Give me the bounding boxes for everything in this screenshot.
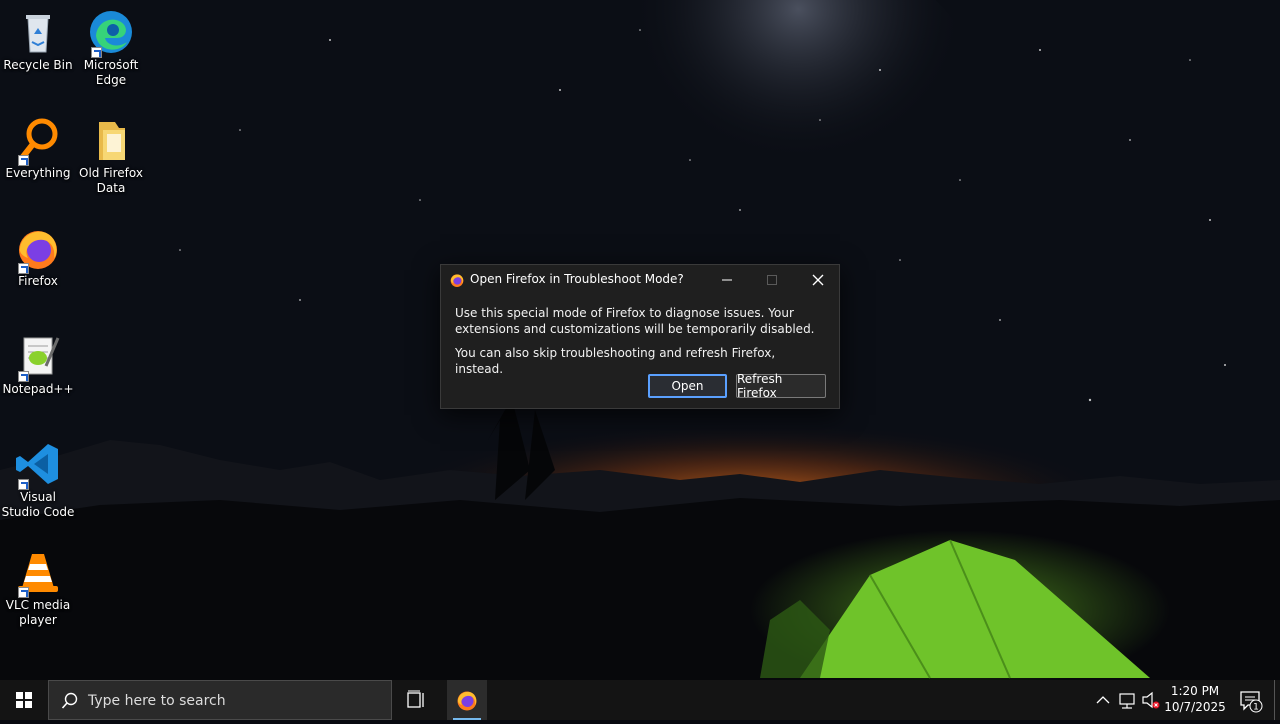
firefox-icon <box>14 224 62 274</box>
task-view-button[interactable] <box>397 680 435 720</box>
shortcut-arrow-icon <box>18 587 29 598</box>
chevron-up-icon <box>1096 696 1110 704</box>
maximize-icon <box>767 275 777 285</box>
show-desktop-button[interactable] <box>1274 680 1280 720</box>
dialog-message-primary: Use this special mode of Firefox to diag… <box>455 306 815 336</box>
folder-icon <box>87 116 135 164</box>
dialog-body: Use this special mode of Firefox to diag… <box>441 295 839 377</box>
firefox-icon <box>457 691 477 711</box>
dialog-title: Open Firefox in Troubleshoot Mode? <box>470 272 684 286</box>
task-view-icon <box>407 690 424 708</box>
edge-icon <box>87 8 135 58</box>
refresh-firefox-button[interactable]: Refresh Firefox <box>736 372 826 400</box>
desktop-icon-visual-studio-code[interactable]: Visual Studio Code <box>0 440 76 520</box>
everything-icon <box>14 116 62 166</box>
maximize-button <box>749 265 795 295</box>
open-button[interactable]: Open <box>648 374 727 398</box>
shortcut-arrow-icon <box>18 479 29 490</box>
dialog-titlebar[interactable]: Open Firefox in Troubleshoot Mode? <box>441 265 839 295</box>
notification-count: 1 <box>1253 703 1259 713</box>
shortcut-arrow-icon <box>91 47 102 58</box>
desktop-icon-vlc-media-player[interactable]: VLC media player <box>0 548 76 628</box>
volume-muted-icon <box>1142 691 1160 709</box>
desktop-icon-label: VLC media player <box>5 598 71 627</box>
shortcut-arrow-icon <box>18 371 29 382</box>
close-icon <box>812 274 824 286</box>
desktop-icon-recycle-bin[interactable]: Recycle Bin <box>0 8 76 73</box>
desktop-icon-label: Firefox <box>18 274 58 288</box>
minimize-button[interactable] <box>704 265 750 295</box>
troubleshoot-mode-dialog: Open Firefox in Troubleshoot Mode? Use t… <box>440 264 840 409</box>
desktop-icon-label: Everything <box>5 166 71 180</box>
notepad-plus-plus-icon <box>14 332 62 382</box>
recycle-bin-icon <box>14 8 62 56</box>
action-center-button[interactable]: 1 <box>1232 680 1268 720</box>
search-placeholder: Type here to search <box>88 693 226 709</box>
taskbar-firefox-button[interactable] <box>447 680 487 720</box>
desktop-icon-old-firefox-data[interactable]: Old Firefox Data <box>73 116 149 196</box>
taskbar-clock[interactable]: 1:20 PM 10/7/2025 <box>1162 683 1228 715</box>
desktop-icon-notepad-plus-plus[interactable]: Notepad++ <box>0 332 76 397</box>
desktop-icon-everything[interactable]: Everything <box>0 116 76 181</box>
minimize-icon <box>722 279 732 281</box>
network-tray-button[interactable] <box>1116 680 1138 720</box>
desktop-icon-label: Notepad++ <box>2 382 74 396</box>
show-hidden-icons-button[interactable] <box>1092 680 1114 720</box>
shortcut-arrow-icon <box>18 263 29 274</box>
start-button[interactable] <box>0 680 48 720</box>
close-button[interactable] <box>795 265 841 295</box>
network-icon <box>1119 693 1135 709</box>
desktop-icon-microsoft-edge[interactable]: Microsoft Edge <box>73 8 149 88</box>
clock-date: 10/7/2025 <box>1164 700 1226 714</box>
clock-time: 1:20 PM <box>1170 684 1220 698</box>
vlc-icon <box>14 548 62 598</box>
desktop-icon-label: Visual Studio Code <box>1 490 75 519</box>
taskbar-search-box[interactable]: Type here to search <box>48 680 392 720</box>
desktop-icon-label: Recycle Bin <box>3 58 73 72</box>
search-icon <box>61 692 78 709</box>
desktop-icon-label: Microsoft Edge <box>83 58 139 87</box>
shortcut-arrow-icon <box>18 155 29 166</box>
desktop-icon-label: Old Firefox Data <box>79 166 143 195</box>
desktop-icon-firefox[interactable]: Firefox <box>0 224 76 289</box>
windows-logo-icon <box>16 692 32 708</box>
taskbar: Type here to search 1:20 PM 10/7/2025 1 <box>0 680 1280 720</box>
vscode-icon <box>14 440 62 490</box>
notification-icon: 1 <box>1240 691 1263 713</box>
firefox-icon <box>450 274 464 287</box>
volume-tray-button[interactable] <box>1140 680 1162 720</box>
